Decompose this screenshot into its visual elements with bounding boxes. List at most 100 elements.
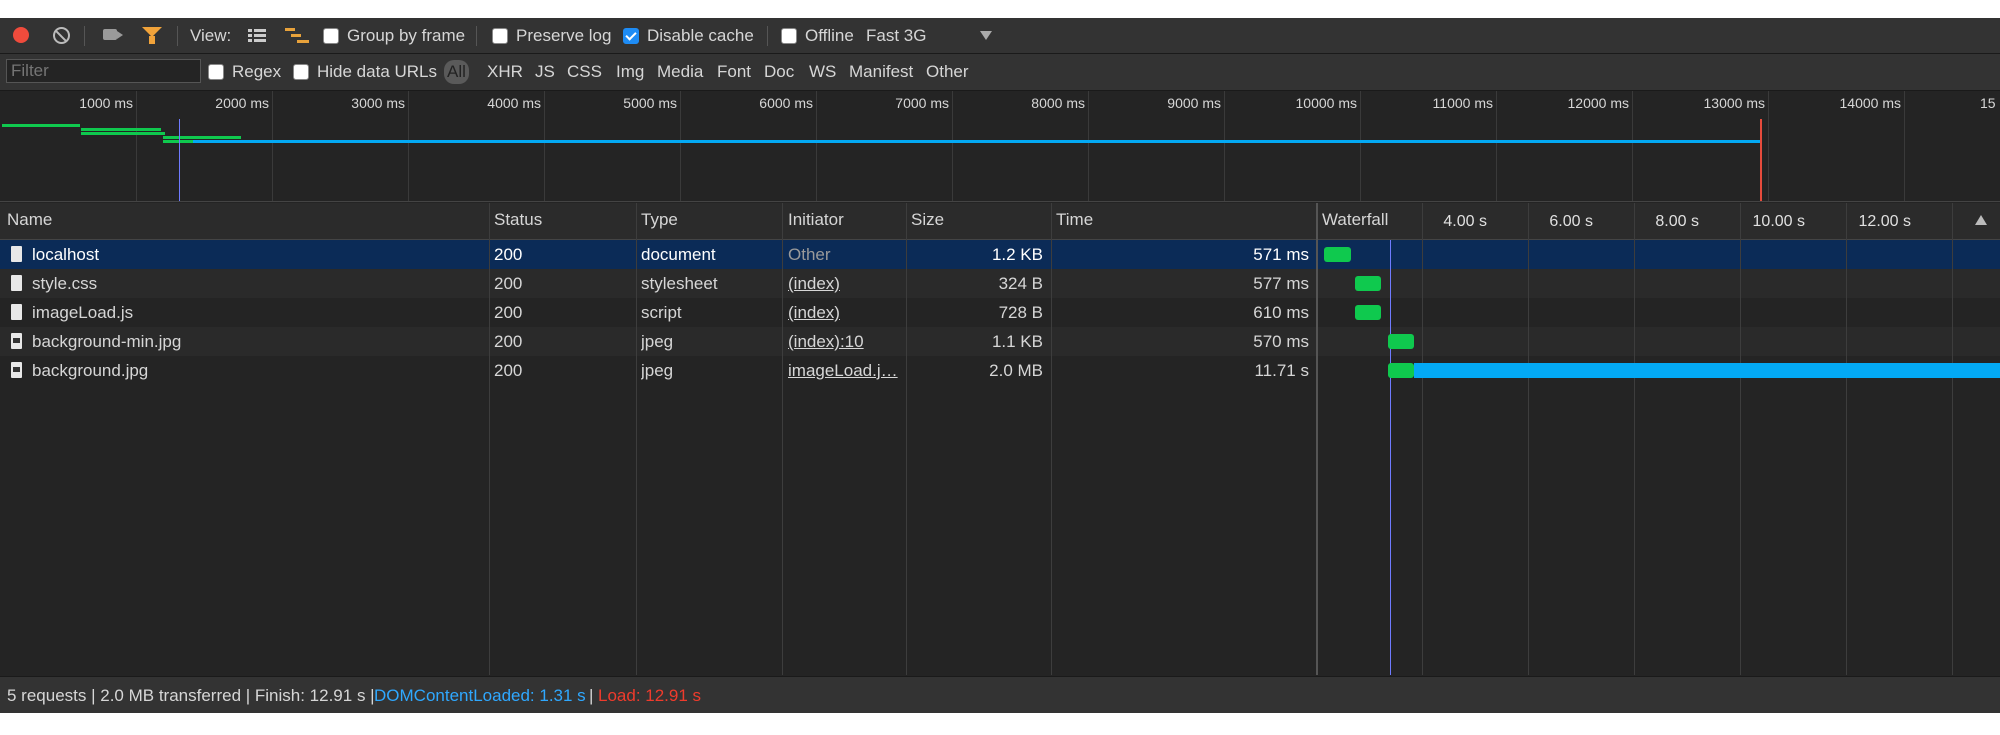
view-label: View: xyxy=(190,26,232,45)
waterfall-dom-content-loaded-line xyxy=(1390,240,1391,675)
column-divider[interactable] xyxy=(636,203,637,675)
waterfall-bar-waiting[interactable] xyxy=(1387,334,1415,349)
filter-bar: Regex Hide data URLs All XHR JS CSS Img … xyxy=(0,54,2000,91)
type-filter-js[interactable]: JS xyxy=(535,62,555,82)
cell-type: stylesheet xyxy=(641,274,718,293)
cell-initiator: Other xyxy=(788,245,831,264)
capture-screenshots-icon[interactable] xyxy=(103,29,123,40)
overview-timeline[interactable]: 1000 ms 2000 ms 3000 ms 4000 ms 5000 ms … xyxy=(0,91,2000,202)
column-header-size[interactable]: Size xyxy=(911,210,944,230)
offline-label: Offline xyxy=(805,26,854,45)
throttling-select[interactable]: Fast 3G xyxy=(866,26,926,46)
group-by-frame-checkbox[interactable] xyxy=(323,28,339,44)
status-bar: 5 requests | 2.0 MB transferred | Finish… xyxy=(0,676,2000,714)
waterfall-bar-download[interactable] xyxy=(1414,363,2000,378)
waterfall-view-icon[interactable] xyxy=(285,28,309,43)
cell-size: 1.1 KB xyxy=(991,332,1043,351)
type-filter-all-label: All xyxy=(447,62,466,81)
cell-status: 200 xyxy=(494,245,523,264)
cell-status: 200 xyxy=(494,274,523,293)
status-summary: 5 requests | 2.0 MB transferred | Finish… xyxy=(7,686,375,705)
cell-type: script xyxy=(641,303,682,322)
overview-tick: 7000 ms xyxy=(895,95,949,111)
clear-icon[interactable] xyxy=(53,27,70,44)
script-file-icon xyxy=(11,304,22,320)
column-header-time[interactable]: Time xyxy=(1056,210,1093,230)
type-filter-manifest[interactable]: Manifest xyxy=(849,62,913,82)
type-filter-css[interactable]: CSS xyxy=(567,62,602,82)
cell-name[interactable]: background-min.jpg xyxy=(32,332,181,352)
waterfall-bar-waiting[interactable] xyxy=(1354,276,1382,291)
list-view-icon[interactable] xyxy=(248,29,266,42)
offline-checkbox[interactable] xyxy=(781,28,797,44)
column-header-status[interactable]: Status xyxy=(494,210,542,230)
type-filter-ws[interactable]: WS xyxy=(809,62,836,82)
cell-initiator-link[interactable]: (index):10 xyxy=(788,332,864,352)
disable-cache-checkbox[interactable] xyxy=(623,28,639,44)
overview-bar-localhost xyxy=(2,124,80,127)
waterfall-bar-waiting[interactable] xyxy=(1387,363,1415,378)
image-file-icon xyxy=(11,333,22,349)
column-header-name[interactable]: Name xyxy=(7,210,52,230)
cell-time: 577 ms xyxy=(1253,274,1309,293)
record-button[interactable] xyxy=(13,27,29,43)
network-toolbar: View: Group by frame Preserve log Disabl… xyxy=(0,18,2000,54)
regex-label: Regex xyxy=(232,62,282,81)
waterfall-area xyxy=(1318,240,2000,675)
filter-input[interactable] xyxy=(6,59,201,83)
disable-cache-label: Disable cache xyxy=(647,26,754,45)
type-filter-img[interactable]: Img xyxy=(616,62,644,82)
overview-tick: 14000 ms xyxy=(1839,95,1901,111)
image-file-icon xyxy=(11,362,22,378)
preserve-log-checkbox[interactable] xyxy=(492,28,508,44)
chevron-down-icon[interactable] xyxy=(980,31,992,40)
overview-tick: 8000 ms xyxy=(1031,95,1085,111)
cell-name[interactable]: imageLoad.js xyxy=(32,303,133,323)
window-top-edge xyxy=(0,0,2000,18)
overview-tick: 2000 ms xyxy=(215,95,269,111)
preserve-log-label: Preserve log xyxy=(516,26,612,45)
cell-time: 570 ms xyxy=(1253,332,1309,351)
hide-data-urls-label: Hide data URLs xyxy=(317,62,438,81)
cell-time: 571 ms xyxy=(1253,245,1309,264)
type-filter-font[interactable]: Font xyxy=(717,62,751,82)
waterfall-tick: 12.00 s xyxy=(1858,213,1911,230)
cell-initiator-link[interactable]: (index) xyxy=(788,274,840,294)
column-divider[interactable] xyxy=(1051,203,1052,675)
column-header-type[interactable]: Type xyxy=(641,210,678,230)
column-divider[interactable] xyxy=(906,203,907,675)
cell-name[interactable]: localhost xyxy=(32,245,99,265)
overview-tick: 3000 ms xyxy=(351,95,405,111)
regex-checkbox[interactable] xyxy=(208,64,224,80)
waterfall-bar-waiting[interactable] xyxy=(1354,305,1382,320)
overview-tick: 13000 ms xyxy=(1703,95,1765,111)
load-marker xyxy=(1760,119,1762,201)
cell-name[interactable]: background.jpg xyxy=(32,361,148,381)
type-filter-doc[interactable]: Doc xyxy=(764,62,794,82)
status-dom-content-loaded: DOMContentLoaded: 1.31 s xyxy=(374,686,586,705)
overview-tick: 1000 ms xyxy=(79,95,133,111)
cell-initiator-link[interactable]: (index) xyxy=(788,303,840,323)
waterfall-tick: 10.00 s xyxy=(1752,213,1805,230)
overview-tick: 12000 ms xyxy=(1567,95,1629,111)
overview-tick: 9000 ms xyxy=(1167,95,1221,111)
status-load: Load: 12.91 s xyxy=(598,686,702,705)
column-divider[interactable] xyxy=(489,203,490,675)
type-filter-media[interactable]: Media xyxy=(657,62,703,82)
dom-content-loaded-marker xyxy=(179,119,180,201)
cell-size: 1.2 KB xyxy=(991,245,1043,264)
waterfall-bar-waiting[interactable] xyxy=(1324,247,1351,262)
cell-initiator-link[interactable]: imageLoad.j… xyxy=(788,361,900,381)
hide-data-urls-checkbox[interactable] xyxy=(293,64,309,80)
column-header-initiator[interactable]: Initiator xyxy=(788,210,844,230)
column-header-waterfall[interactable]: Waterfall xyxy=(1322,210,1388,230)
sort-ascending-icon[interactable] xyxy=(1975,215,1987,225)
document-icon xyxy=(11,246,22,262)
waterfall-tick: 6.00 s xyxy=(1549,213,1593,230)
type-filter-xhr[interactable]: XHR xyxy=(487,62,523,82)
column-divider[interactable] xyxy=(782,203,783,675)
type-filter-other[interactable]: Other xyxy=(926,62,969,82)
group-by-frame-label: Group by frame xyxy=(347,26,466,45)
cell-name[interactable]: style.css xyxy=(32,274,97,294)
cell-status: 200 xyxy=(494,332,523,351)
